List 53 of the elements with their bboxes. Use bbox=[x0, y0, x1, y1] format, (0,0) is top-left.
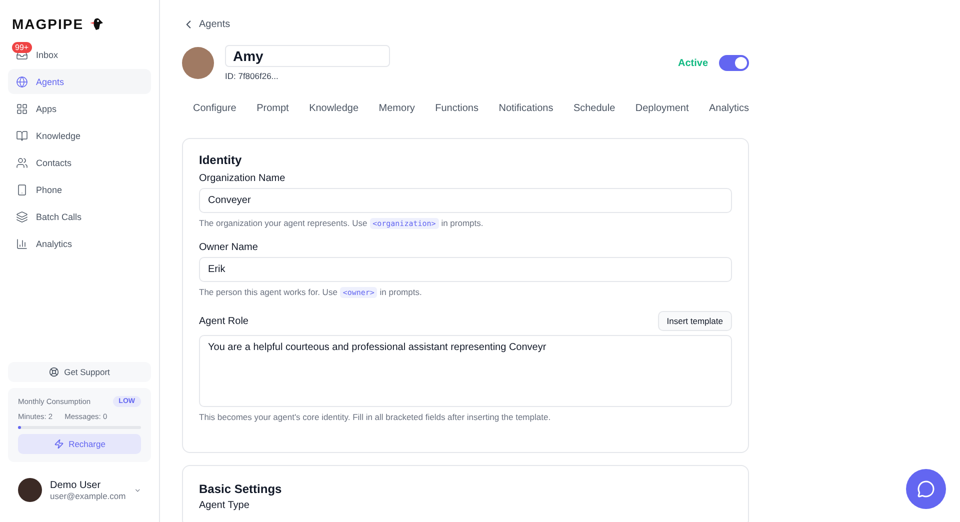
lifebuoy-icon bbox=[49, 367, 60, 377]
sidebar-item[interactable]: Contacts bbox=[8, 150, 151, 175]
lightning-icon bbox=[54, 439, 64, 449]
nav-icon bbox=[16, 102, 28, 114]
tab[interactable]: Knowledge bbox=[309, 99, 359, 118]
tab[interactable]: Deployment bbox=[635, 99, 689, 118]
sidebar-item[interactable]: Inbox 99+ bbox=[8, 42, 151, 67]
field-label: Owner Name bbox=[199, 242, 259, 253]
tab[interactable]: Notifications bbox=[498, 99, 554, 118]
nav-icon bbox=[16, 76, 28, 88]
sidebar-item[interactable]: Apps bbox=[8, 96, 151, 121]
insert-template-button[interactable]: Insert template bbox=[658, 311, 732, 331]
nav-icon bbox=[16, 184, 28, 196]
back-link[interactable]: Agents bbox=[182, 18, 749, 31]
nav-icon bbox=[16, 156, 28, 168]
tab[interactable]: Functions bbox=[435, 99, 478, 118]
agent-avatar bbox=[182, 47, 214, 79]
agent-id: ID: 7f806f26... bbox=[225, 71, 280, 81]
count-badge: 99+ bbox=[12, 42, 32, 53]
support-button[interactable]: Get Support bbox=[8, 362, 151, 382]
sidebar-item[interactable]: Analytics bbox=[8, 231, 151, 256]
field-label: Agent Role bbox=[199, 316, 248, 326]
nav-icon bbox=[16, 238, 28, 250]
brand-logo: MAGPIPE bbox=[12, 16, 84, 32]
user-avatar bbox=[18, 478, 42, 502]
field-label: Agent Type bbox=[199, 500, 250, 511]
sidebar-item[interactable]: Batch Calls bbox=[8, 204, 151, 229]
active-toggle[interactable] bbox=[719, 55, 749, 71]
section-title: Basic Settings bbox=[199, 482, 283, 496]
nav-icon bbox=[16, 130, 28, 142]
input-field[interactable]: Erik bbox=[199, 257, 732, 282]
agent-role-textarea[interactable]: You are a helpful courteous and professional assistant representing Conveyr bbox=[199, 335, 732, 407]
tab[interactable]: Memory bbox=[378, 99, 415, 118]
tab[interactable]: Schedule bbox=[573, 99, 616, 118]
status-label: Active bbox=[678, 58, 708, 68]
agent-name-field[interactable]: Amy bbox=[225, 45, 390, 67]
input-field[interactable]: Conveyer bbox=[199, 188, 732, 213]
chat-bubble-icon bbox=[917, 480, 935, 498]
section-title: Identity bbox=[199, 153, 243, 167]
recharge-button[interactable]: Recharge bbox=[18, 434, 141, 454]
sidebar-item[interactable]: Phone bbox=[8, 177, 151, 202]
sidebar-item[interactable]: Agents bbox=[8, 69, 151, 94]
sidebar-item[interactable]: Knowledge bbox=[8, 123, 151, 148]
bird-logo-icon bbox=[90, 17, 106, 31]
user-email: user@example.com bbox=[50, 490, 126, 500]
field-label: Organization Name bbox=[199, 173, 286, 184]
field-hint: This becomes your agent's core identity. Fill in all bracketed fields after inserting the template. bbox=[199, 412, 552, 422]
user-name: Demo User bbox=[50, 480, 102, 490]
tab[interactable]: Analytics bbox=[708, 99, 749, 118]
nav-icon bbox=[16, 210, 28, 222]
tab[interactable]: Prompt bbox=[256, 99, 289, 118]
chat-button[interactable] bbox=[906, 469, 946, 509]
tab[interactable]: Configure bbox=[193, 99, 236, 118]
